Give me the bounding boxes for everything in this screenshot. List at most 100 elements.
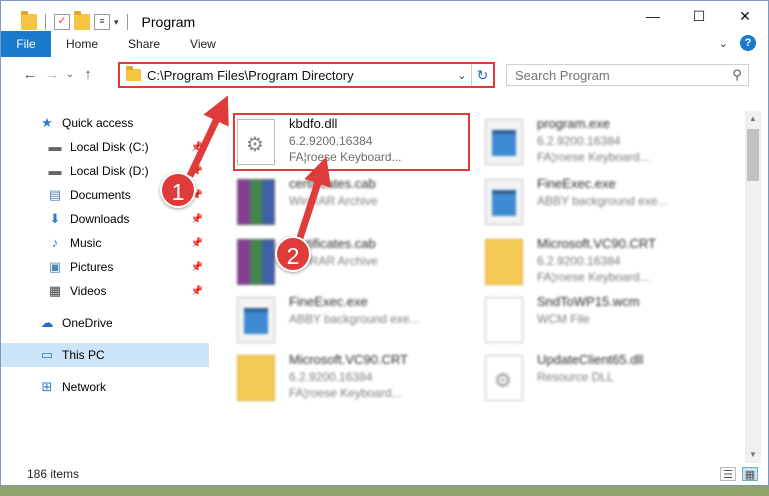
pin-icon[interactable]: 📌 xyxy=(191,214,203,225)
help-icon[interactable]: ? xyxy=(740,35,756,51)
sidebar-item-videos[interactable]: ▦ Videos 📌 xyxy=(1,279,209,303)
toolbar-divider xyxy=(126,14,128,30)
file-tile-kbdfo-dll[interactable]: kbdfo.dll 6.2.9200.16384 FA¦roese Keyboa… xyxy=(237,115,477,175)
file-name: FineExec.exe xyxy=(289,294,368,309)
sidebar-item-downloads[interactable]: ⬇ Downloads 📌 xyxy=(1,207,209,231)
file-version: 6.2.9200.16384 xyxy=(289,370,373,384)
file-tile[interactable]: Microsoft.VC90.CRT 6.2.9200.16384 FA¦roe… xyxy=(485,235,725,295)
file-version: 6.2.9200.16384 xyxy=(537,254,621,268)
sidebar-item-music[interactable]: ♪ Music 📌 xyxy=(1,231,209,255)
sidebar-item-label: Quick access xyxy=(62,116,134,130)
back-button[interactable]: ← xyxy=(19,66,41,83)
file-description: FA¦roese Keyboard... xyxy=(537,150,650,164)
status-bar: 186 items ☰ ▦ xyxy=(1,463,768,485)
address-row: ← → ⌄ ↑ C:\Program Files\Program Directo… xyxy=(1,57,768,91)
toolbar-divider xyxy=(45,14,46,30)
address-bar[interactable]: C:\Program Files\Program Directory ⌄ ↻ xyxy=(118,62,495,88)
file-name: SndToWP15.wcm xyxy=(537,294,640,309)
tab-file[interactable]: File xyxy=(1,31,51,57)
address-path[interactable]: C:\Program Files\Program Directory xyxy=(147,68,453,83)
maximize-button[interactable]: ☐ xyxy=(676,1,722,31)
sidebar-item-network[interactable]: ⊞ Network xyxy=(1,375,209,399)
file-tile[interactable]: FineExec.exe ABBY background exe... xyxy=(237,293,477,353)
sidebar-item-this-pc[interactable]: ▭ This PC xyxy=(1,343,209,367)
file-tile[interactable]: Microsoft.VC90.CRT 6.2.9200.16384 FA¦roe… xyxy=(237,351,477,411)
cloud-icon: ☁ xyxy=(40,315,54,330)
sidebar-item-label: Local Disk (D:) xyxy=(70,164,149,178)
tab-home[interactable]: Home xyxy=(51,31,113,57)
pin-icon[interactable]: 📌 xyxy=(191,262,203,273)
scroll-thumb[interactable] xyxy=(747,129,759,181)
file-name: kbdfo.dll xyxy=(289,116,338,131)
chevron-down-icon[interactable]: ⌄ xyxy=(719,37,728,50)
pin-icon[interactable]: 📌 xyxy=(191,142,203,153)
download-icon: ⬇ xyxy=(49,211,61,226)
pin-icon[interactable]: 📌 xyxy=(191,166,203,177)
rar-icon xyxy=(237,179,275,225)
search-icon[interactable]: ⚲ xyxy=(726,67,748,83)
file-tile[interactable]: certificates.cab WinRAR Archive xyxy=(237,175,477,235)
step-badge-1: 1 xyxy=(160,172,196,208)
pictures-icon: ▣ xyxy=(48,259,62,274)
file-tile[interactable]: program.exe 6.2.9200.16384 FA¦roese Keyb… xyxy=(485,115,725,175)
exe-icon xyxy=(237,297,275,343)
new-folder-icon[interactable] xyxy=(74,11,90,30)
scroll-down-icon[interactable]: ▼ xyxy=(745,447,761,463)
sidebar-item-label: Videos xyxy=(70,284,107,298)
up-button[interactable]: ↑ xyxy=(77,66,99,83)
explorer-window: ✓ ≡ ▾ Program — ☐ ✕ File Home Share View… xyxy=(0,0,769,486)
details-view-icon[interactable]: ☰ xyxy=(720,467,736,481)
forward-button[interactable]: → xyxy=(41,66,63,83)
file-name: Microsoft.VC90.CRT xyxy=(537,236,656,251)
refresh-button[interactable]: ↻ xyxy=(471,64,493,86)
dll-icon xyxy=(485,355,523,401)
file-tile[interactable]: UpdateClient65.dll Resource DLL xyxy=(485,351,725,411)
sidebar-item-pictures[interactable]: ▣ Pictures 📌 xyxy=(1,255,209,279)
file-tile[interactable]: SndToWP15.wcm WCM File xyxy=(485,293,725,353)
ribbon-tabs: File Home Share View ⌄ ? xyxy=(1,31,768,57)
properties-check-icon[interactable]: ✓ xyxy=(54,14,70,30)
file-name: UpdateClient65.dll xyxy=(537,352,644,367)
quick-access-toolbar: ✓ ≡ ▾ xyxy=(1,11,132,30)
customize-toolbar-icon[interactable]: ≡ xyxy=(94,14,110,30)
close-button[interactable]: ✕ xyxy=(722,1,768,31)
sidebar-item-label: Pictures xyxy=(70,260,114,274)
address-dropdown-button[interactable]: ⌄ xyxy=(453,69,471,82)
toolbar-dropdown-icon[interactable]: ▾ xyxy=(114,17,119,28)
star-icon: ★ xyxy=(41,115,53,130)
minimize-button[interactable]: — xyxy=(630,1,676,31)
folder-icon xyxy=(21,11,37,30)
file-tile[interactable]: FineExec.exe ABBY background exe... xyxy=(485,175,725,235)
tab-view[interactable]: View xyxy=(175,31,231,57)
item-count: 186 items xyxy=(27,467,80,481)
sidebar-item-label: Music xyxy=(70,236,102,250)
file-version: 6.2.9200.16384 xyxy=(537,134,621,148)
search-input[interactable] xyxy=(507,67,726,83)
sidebar-item-local-disk-c[interactable]: ▬ Local Disk (C:) 📌 xyxy=(1,135,209,159)
folder-icon xyxy=(126,66,141,81)
sidebar-item-onedrive[interactable]: ☁ OneDrive xyxy=(1,311,209,335)
sidebar-item-label: Local Disk (C:) xyxy=(70,140,149,154)
pin-icon[interactable]: 📌 xyxy=(191,238,203,249)
scroll-up-icon[interactable]: ▲ xyxy=(745,111,761,127)
sidebar-item-quick-access[interactable]: ★ Quick access xyxy=(1,111,209,135)
window-title: Program xyxy=(141,14,196,30)
drive-icon: ▬ xyxy=(48,139,62,154)
pin-icon[interactable]: 📌 xyxy=(191,286,203,297)
file-type: ABBY background exe... xyxy=(537,194,668,208)
exe-icon xyxy=(485,119,523,165)
view-switcher: ☰ ▦ xyxy=(720,467,758,481)
file-description: FA¦roese Keyboard... xyxy=(289,386,402,400)
file-tile[interactable]: certificates.cab WinRAR Archive xyxy=(237,235,477,295)
vertical-scrollbar[interactable]: ▲ ▼ xyxy=(745,111,761,463)
navigation-pane: ★ Quick access ▬ Local Disk (C:) 📌 ▬ Loc… xyxy=(1,111,209,463)
music-icon: ♪ xyxy=(51,235,59,250)
file-description: FA¦roese Keyboard... xyxy=(289,150,402,164)
file-type: WCM File xyxy=(537,312,590,326)
search-box[interactable]: ⚲ xyxy=(506,64,749,86)
file-version: 6.2.9200.16384 xyxy=(289,134,373,148)
tab-share[interactable]: Share xyxy=(113,31,175,57)
dll-icon xyxy=(237,119,275,165)
tiles-view-icon[interactable]: ▦ xyxy=(742,467,758,481)
recent-locations-button[interactable]: ⌄ xyxy=(63,69,77,80)
